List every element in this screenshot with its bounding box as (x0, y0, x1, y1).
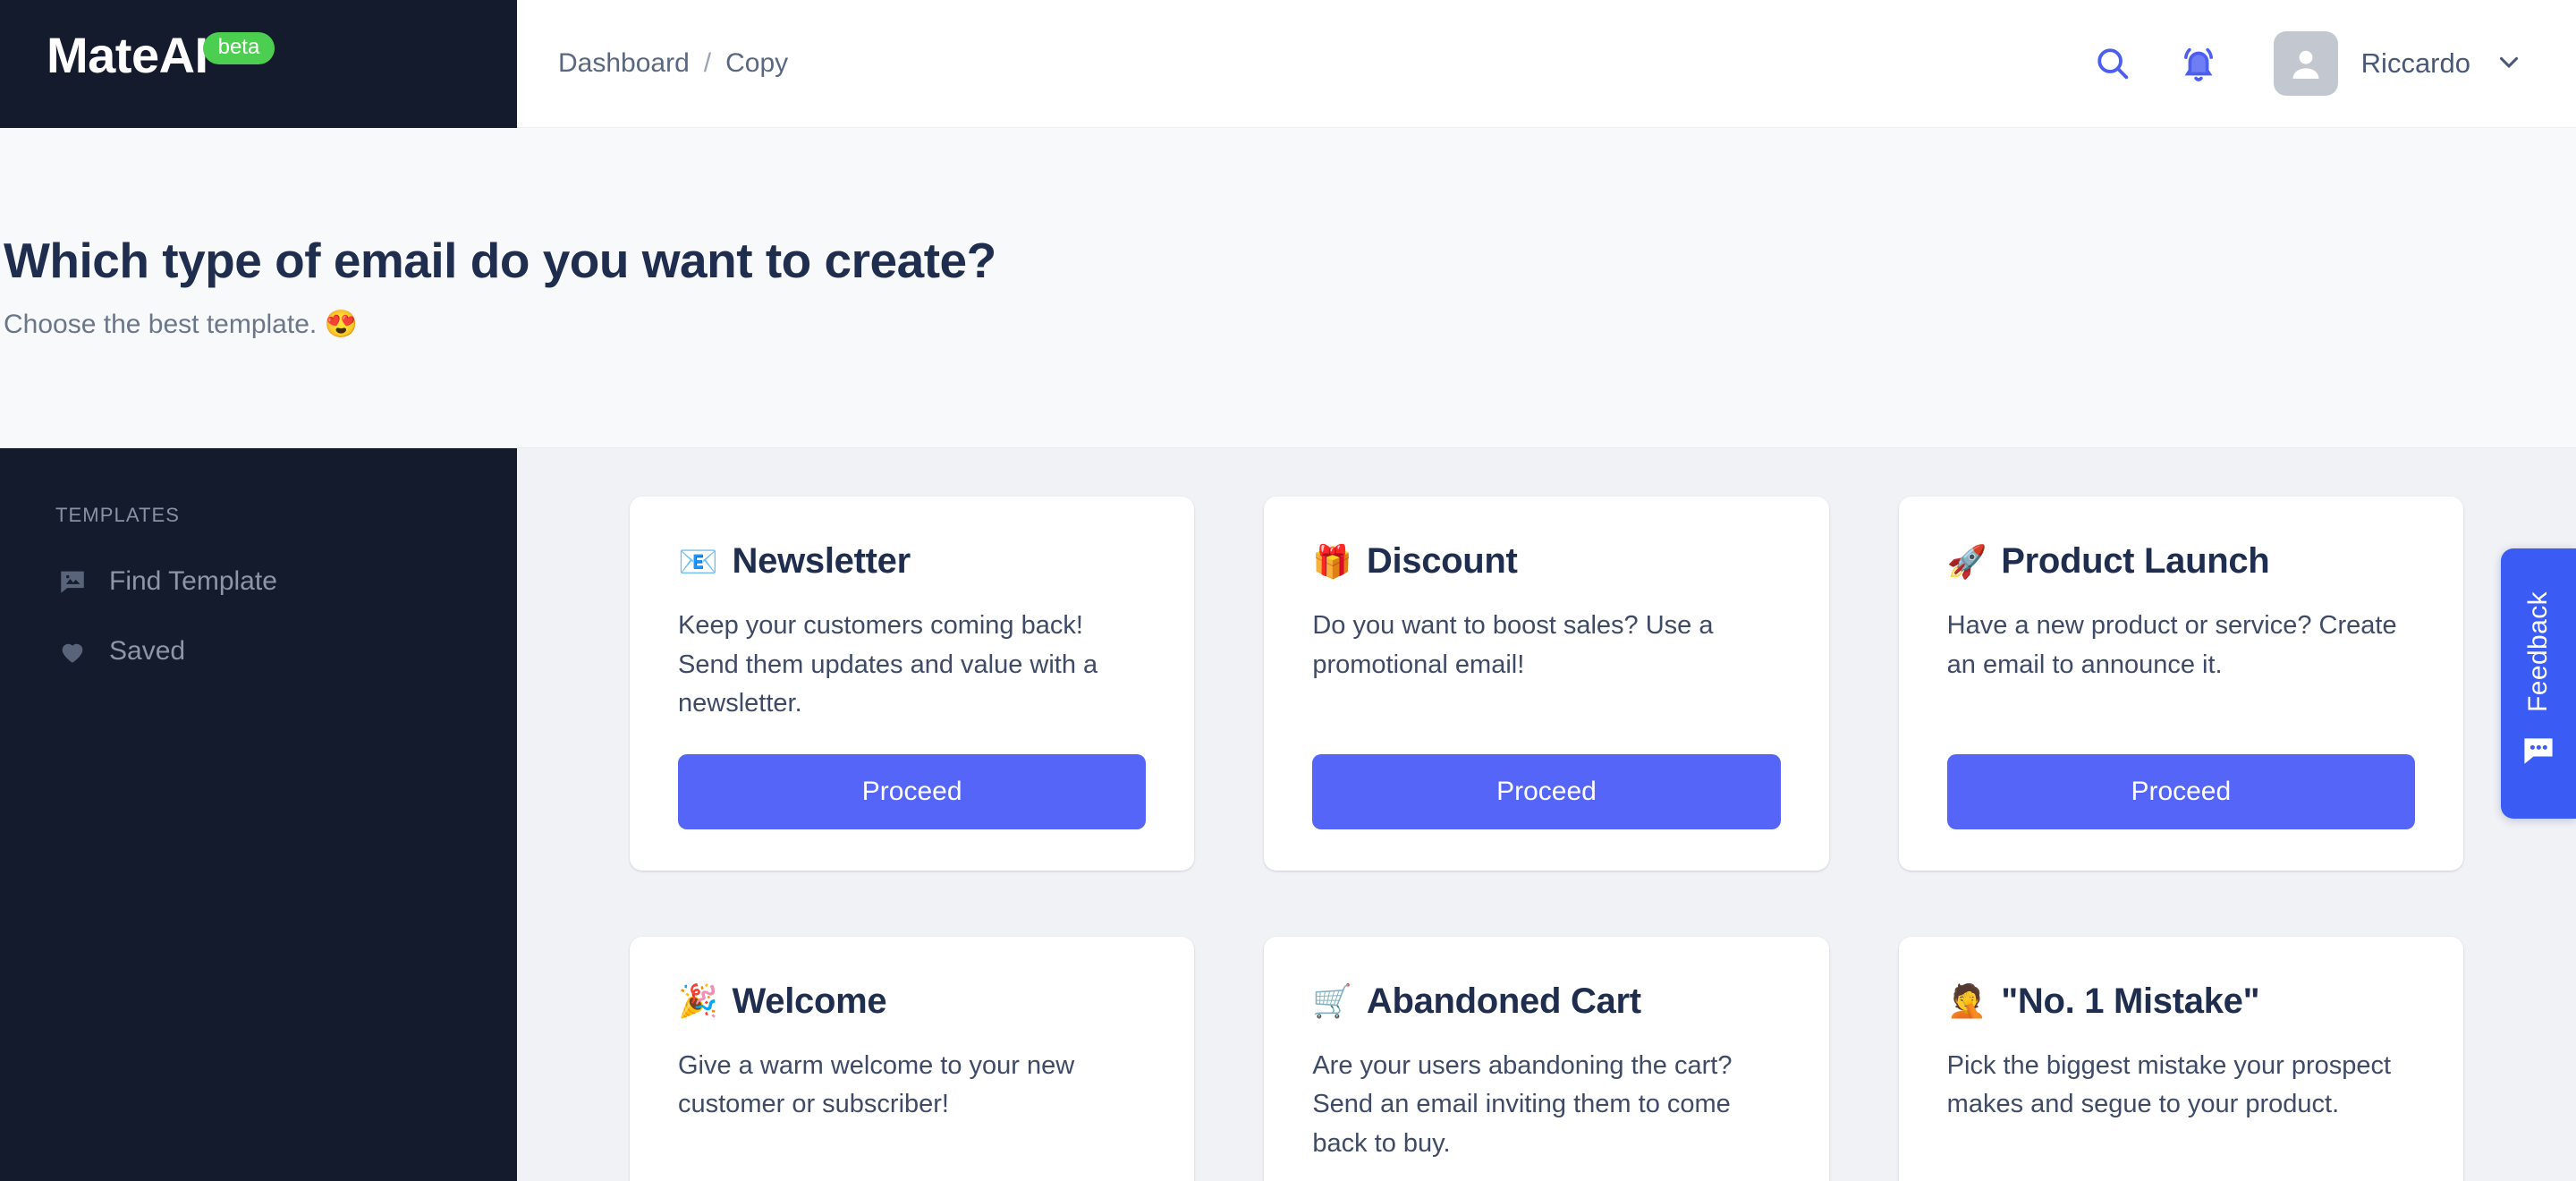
heart-icon (55, 634, 89, 668)
card-title: 🚀 Product Launch (1947, 541, 2415, 582)
sidebar-section-label-templates: TEMPLATES (55, 504, 181, 526)
hero-section: Which type of email do you want to creat… (0, 128, 2576, 448)
incoming-envelope-emoji: 📧 (678, 542, 718, 580)
card-title: 🛒 Abandoned Cart (1312, 981, 1780, 1022)
template-cards-area: 📧 Newsletter Keep your customers coming … (517, 448, 2576, 1181)
sidebar-item-find-template[interactable]: Find Template (34, 547, 483, 616)
breadcrumb-separator: / (703, 48, 712, 78)
sidebar-item-saved-templates[interactable]: Saved (34, 616, 483, 686)
sidebar-item-label: Saved (109, 636, 186, 666)
avatar (2273, 31, 2338, 96)
card-description: Keep your customers coming back! Send th… (678, 611, 1098, 718)
user-name: Riccardo (2360, 47, 2470, 79)
breadcrumb-root[interactable]: Dashboard (558, 48, 690, 79)
sidebar-section-templates: TEMPLATES Find Template Saved (34, 504, 483, 686)
card-title-text: Newsletter (732, 541, 911, 581)
proceed-button[interactable]: Proceed (1312, 753, 1781, 829)
topbar: Dashboard / Copy Riccardo (517, 0, 2576, 128)
card-title-text: Abandoned Cart (1366, 981, 1641, 1021)
template-card-no-1-mistake[interactable]: 🤦 "No. 1 Mistake" Pick the biggest mista… (1898, 936, 2463, 1181)
template-card-welcome[interactable]: 🎉 Welcome Give a warm welcome to your ne… (630, 936, 1195, 1181)
image-icon (55, 565, 89, 599)
card-description: Pick the biggest mistake your prospect m… (1946, 1050, 2392, 1119)
topbar-actions: Riccardo (2088, 31, 2524, 96)
rocket-emoji: 🚀 (1946, 542, 1987, 580)
template-grid: 📧 Newsletter Keep your customers coming … (630, 497, 2463, 1181)
template-card-abandoned-cart[interactable]: 🛒 Abandoned Cart Are your users abandoni… (1264, 936, 1829, 1181)
user-menu[interactable]: Riccardo (2273, 31, 2524, 96)
chevron-down-icon[interactable] (2494, 47, 2524, 81)
page-subtitle: Choose the best template. 😍 (4, 310, 358, 339)
card-description: Do you want to boost sales? Use a promot… (1312, 611, 1714, 679)
sidebar-item-label: Find Template (109, 566, 277, 596)
card-title-text: "No. 1 Mistake" (2001, 981, 2260, 1021)
party-popper-emoji: 🎉 (678, 982, 718, 1019)
feedback-tab[interactable]: Feedback (2501, 548, 2576, 819)
card-title-text: Discount (1366, 541, 1518, 581)
proceed-button[interactable]: Proceed (1946, 753, 2415, 829)
feedback-label: Feedback (2523, 591, 2553, 712)
template-card-product-launch[interactable]: 🚀 Product Launch Have a new product or s… (1898, 497, 2463, 871)
proceed-button[interactable]: Proceed (678, 753, 1147, 829)
brand-name: MateAI (47, 27, 208, 83)
template-card-discount[interactable]: 🎁 Discount Do you want to boost sales? U… (1264, 497, 1829, 871)
card-title: 🤦 "No. 1 Mistake" (1947, 981, 2415, 1022)
card-description: Give a warm welcome to your new customer… (678, 1050, 1075, 1119)
person-facepalming-emoji: 🤦 (1946, 982, 1987, 1019)
beta-badge: beta (202, 32, 275, 64)
page-title: Which type of email do you want to creat… (4, 233, 996, 288)
bell-ringing-icon[interactable] (2174, 38, 2224, 89)
brand-logo[interactable]: MateAI beta (34, 0, 483, 134)
shopping-cart-emoji: 🛒 (1312, 982, 1352, 1019)
card-title: 📧 Newsletter (678, 541, 1146, 582)
card-description: Have a new product or service? Create an… (1946, 611, 2397, 679)
wrapped-gift-emoji: 🎁 (1312, 542, 1352, 580)
card-title: 🎉 Welcome (678, 981, 1146, 1022)
breadcrumb: Dashboard / Copy (558, 48, 788, 79)
speech-bubble-dots-icon (2519, 732, 2558, 776)
card-title: 🎁 Discount (1312, 541, 1780, 582)
card-title-text: Product Launch (2001, 541, 2270, 581)
breadcrumb-current[interactable]: Copy (725, 48, 788, 79)
app-root: MateAI beta Dashboard COPY (0, 0, 2576, 1181)
search-icon[interactable] (2088, 38, 2138, 89)
template-card-newsletter[interactable]: 📧 Newsletter Keep your customers coming … (630, 497, 1195, 871)
card-title-text: Welcome (732, 981, 887, 1021)
card-description: Are your users abandoning the cart? Send… (1312, 1050, 1733, 1158)
main-content: Dashboard / Copy Riccardo Which type of … (0, 0, 2576, 1181)
